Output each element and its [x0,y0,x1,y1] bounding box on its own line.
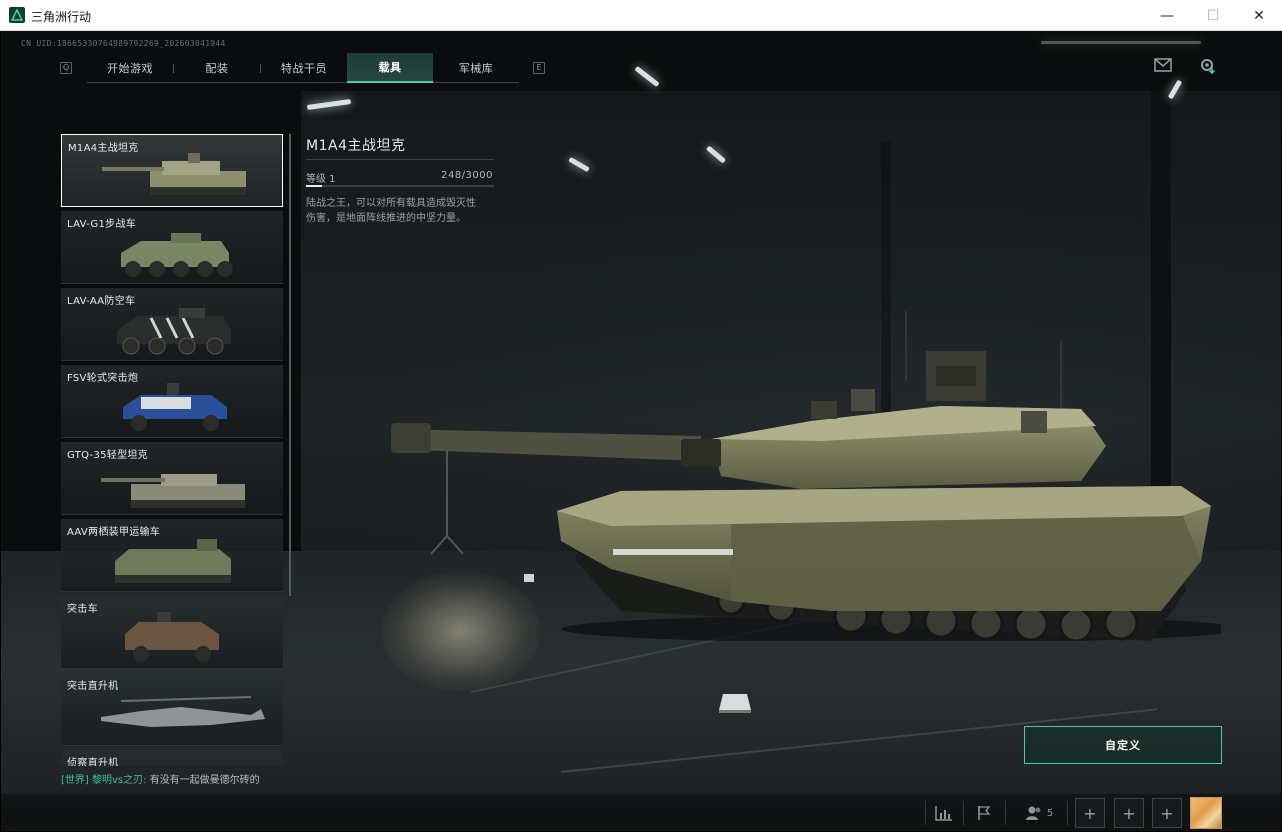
app-logo-icon [9,7,25,23]
light-tank-thumbnail-icon [101,474,245,508]
floor-marker-light [719,694,751,713]
vehicle-list: M1A4主战坦克 LAV-G1步战车 LAV-AA防空车 FSV轮式突击炮 GT… [61,134,283,766]
chat-line[interactable]: [世界] 黎明vs之刃: 有没有一起做曼德尔砖的 [61,771,260,786]
ceiling-light [634,65,660,88]
xp-progress-bar [306,185,494,187]
m1a4-tank-render [391,311,1221,641]
stats-icon[interactable] [929,799,959,827]
vehicle-card-scout-heli[interactable]: 侦察直升机 [61,750,283,766]
tab-armory[interactable]: 军械库 [433,53,519,83]
bottom-separator [1005,801,1006,825]
vehicle-name: 侦察直升机 [67,758,119,766]
maximize-button[interactable]: ☐ [1190,0,1236,31]
tab-loadout[interactable]: 配装 [174,53,260,83]
vehicle-card-aav[interactable]: AAV两栖装甲运输车 [61,519,283,592]
player-uid: CN UID:18665330764989792269_202603041944 [21,39,226,48]
chat-channel: [世界] [61,775,89,786]
vehicle-name: 突击车 [67,604,98,615]
bottom-separator [925,801,926,825]
vehicle-xp: 248/3000 [441,170,493,181]
detail-divider [306,159,494,160]
friends-count: 5 [1046,807,1054,819]
window-titlebar: 三角洲行动 — ☐ ✕ [0,0,1282,31]
vehicle-card-fsv[interactable]: FSV轮式突击炮 [61,365,283,438]
nav-prev-key[interactable]: Q [60,62,72,74]
main-nav: 开始游戏 配装 特战干员 载具 军械库 [87,53,519,83]
mail-icon[interactable] [1153,55,1173,75]
ceiling-light [1041,41,1201,44]
invite-slot-button[interactable]: + [1075,798,1105,828]
window-title: 三角洲行动 [31,10,92,24]
vehicle-detail-title: M1A4主战坦克 [306,138,406,154]
nav-next-key[interactable]: E [533,62,545,74]
xp-progress-fill [306,185,322,187]
aa-vehicle-thumbnail-icon [117,308,231,355]
apc-thumbnail-icon [121,233,233,277]
invite-slot-button[interactable]: + [1114,798,1144,828]
vehicle-card-attack-heli[interactable]: 突击直升机 [61,673,283,746]
tab-start-game[interactable]: 开始游戏 [87,53,173,83]
vehicle-card-gtq-35[interactable]: GTQ-35轻型坦克 [61,442,283,515]
helicopter-thumbnail-icon [101,696,265,727]
close-button[interactable]: ✕ [1236,0,1282,31]
chat-user: 黎明vs之刃: [92,775,147,786]
chat-message: 有没有一起做曼德尔砖的 [149,775,260,786]
suv-thumbnail-icon [125,612,219,662]
vehicle-card-m1a4[interactable]: M1A4主战坦克 [61,134,283,207]
amphibious-thumbnail-icon [115,539,231,583]
friends-icon [1025,806,1041,820]
minimize-button[interactable]: — [1144,0,1190,31]
vehicle-card-lav-g1[interactable]: LAV-G1步战车 [61,211,283,284]
vehicle-card-lav-aa[interactable]: LAV-AA防空车 [61,288,283,361]
tank-thumbnail-icon [102,153,246,195]
gear-download-icon[interactable] [1198,55,1218,75]
bottom-separator [963,801,964,825]
vehicle-card-assault-car[interactable]: 突击车 [61,596,283,669]
friends-button[interactable]: 5 [1019,799,1059,827]
vehicle-description: 陆战之王，可以对所有载具造成毁灭性伤害，是地面阵线推进的中坚力量。 [306,198,476,224]
flag-icon[interactable] [969,799,999,827]
invite-slot-button[interactable]: + [1152,798,1182,828]
game-viewport: CN UID:18665330764989792269_202603041944… [1,31,1281,831]
buggy-thumbnail-icon [123,383,227,431]
customize-button[interactable]: 自定义 [1024,726,1222,764]
tab-vehicles[interactable]: 载具 [347,53,433,83]
bottom-separator [1067,801,1068,825]
player-avatar[interactable] [1190,797,1222,829]
vehicle-level: 等级 1 [306,174,336,185]
tab-operators[interactable]: 特战干员 [261,53,347,83]
vehicle-list-scrollbar[interactable] [289,134,291,596]
